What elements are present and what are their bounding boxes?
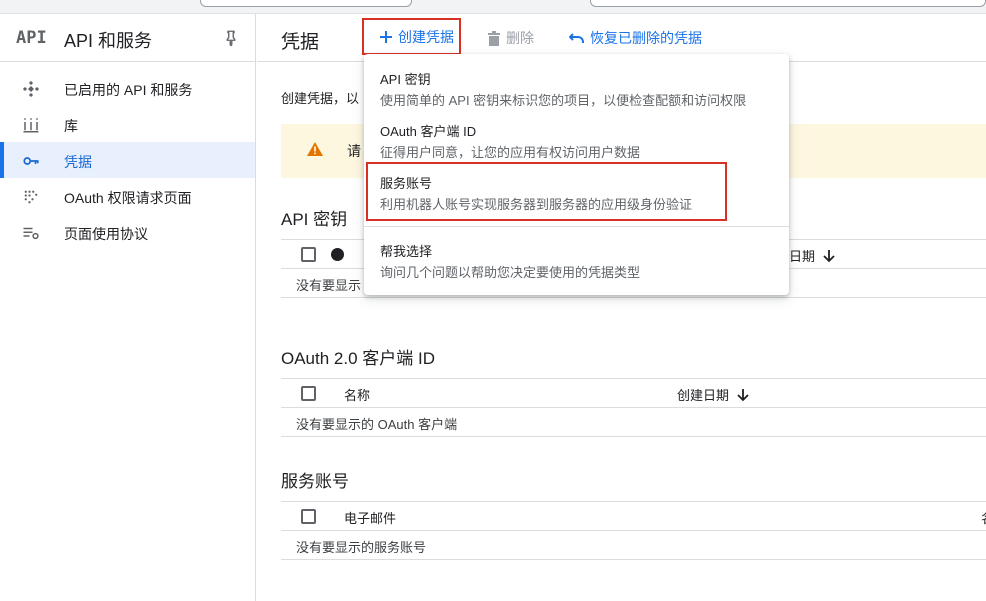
- create-credentials-label: 创建凭据: [398, 28, 454, 45]
- sidebar-title: API 和服务: [64, 31, 153, 51]
- status-column-dot-icon: [331, 248, 344, 261]
- menu-item-description: 征得用户同意，让您的应用有权访问用户数据: [380, 145, 641, 160]
- sidebar-item-label: 已启用的 API 和服务: [64, 82, 193, 98]
- table-header: 电子邮件 名: [281, 501, 986, 531]
- menu-item-description: 利用机器人账号实现服务器到服务器的应用级身份验证: [380, 197, 693, 212]
- trash-icon: [488, 30, 500, 46]
- oauth-table: 名称 创建日期 没有要显示的 OAuth 客户端: [281, 378, 986, 437]
- sidebar-item-library[interactable]: 库: [0, 106, 255, 142]
- oauth-section-title: OAuth 2.0 客户端 ID: [281, 349, 435, 368]
- table-header: 名称 创建日期: [281, 378, 986, 408]
- restore-deleted-credentials-button[interactable]: 恢复已删除的凭据: [569, 28, 702, 48]
- empty-message: 没有要显示的 OAuth 客户端: [296, 417, 458, 432]
- sidebar-item-enabled-apis[interactable]: 已启用的 API 和服务: [0, 70, 255, 106]
- page-title: 凭据: [281, 32, 320, 53]
- delete-label: 删除: [506, 30, 534, 46]
- sidebar-item-oauth-consent[interactable]: OAuth 权限请求页面: [0, 178, 255, 214]
- library-icon: [23, 118, 39, 133]
- table-row: 没有要显示的服务账号: [281, 531, 986, 560]
- sidebar-nav: 已启用的 API 和服务 库 凭据 OAuth 权限请求页面 页面使用协议: [0, 70, 255, 250]
- sidebar-item-credentials[interactable]: 凭据: [0, 142, 255, 178]
- sidebar-item-label: OAuth 权限请求页面: [64, 190, 192, 206]
- menu-item-description: 询问几个问题以帮助您决定要使用的凭据类型: [380, 265, 641, 280]
- page-description: 创建凭据，以: [281, 91, 360, 106]
- oauth-dots-icon: [24, 190, 38, 204]
- menu-item-description: 使用简单的 API 密钥来标识您的项目，以便检查配额和访问权限: [380, 93, 747, 108]
- top-address-box[interactable]: [590, 0, 986, 7]
- empty-message: 没有要显示的服务账号: [296, 540, 427, 555]
- sidebar: API API 和服务 已启用的 API 和服务 库 凭据 OAuth 权限请求…: [0, 14, 256, 601]
- api-logo: API: [16, 28, 47, 48]
- undo-icon: [569, 33, 584, 43]
- menu-item-oauth-client-id[interactable]: OAuth 客户端 ID 征得用户同意，让您的应用有权访问用户数据: [364, 121, 789, 161]
- menu-item-help-me-choose[interactable]: 帮我选择 询问几个问题以帮助您决定要使用的凭据类型: [364, 241, 789, 281]
- create-credentials-button[interactable]: 创建凭据: [362, 18, 461, 55]
- select-all-checkbox[interactable]: [301, 247, 316, 262]
- menu-item-service-account[interactable]: 服务账号 利用机器人账号实现服务器到服务器的应用级身份验证: [366, 162, 727, 221]
- column-label: 创建日期: [677, 388, 730, 403]
- delete-button[interactable]: 删除: [487, 28, 534, 48]
- created-date-column-header[interactable]: 日期: [789, 246, 835, 265]
- menu-item-title: 帮我选择: [380, 244, 433, 259]
- name-column-header[interactable]: 名称: [344, 385, 370, 404]
- empty-message: 没有要显示: [296, 278, 362, 293]
- sidebar-item-label: 页面使用协议: [64, 226, 148, 242]
- settings-list-icon: [23, 227, 39, 240]
- service-accounts-section-title: 服务账号: [281, 472, 349, 491]
- pin-icon[interactable]: [222, 28, 240, 48]
- create-credentials-menu: API 密钥 使用简单的 API 密钥来标识您的项目，以便检查配额和访问权限 O…: [364, 54, 789, 295]
- sidebar-item-label: 库: [64, 118, 78, 134]
- name-column-header[interactable]: 名: [981, 508, 986, 527]
- warning-text: 请: [347, 143, 361, 159]
- menu-item-title: API 密钥: [380, 72, 431, 87]
- email-column-header[interactable]: 电子邮件: [344, 508, 396, 527]
- menu-item-api-key[interactable]: API 密钥 使用简单的 API 密钥来标识您的项目，以便检查配额和访问权限: [364, 69, 789, 109]
- menu-item-title: 服务账号: [380, 176, 433, 191]
- created-date-column-header[interactable]: 创建日期: [677, 385, 749, 404]
- sidebar-item-page-usage[interactable]: 页面使用协议: [0, 214, 255, 250]
- arrow-down-icon: [737, 388, 749, 401]
- table-row: 没有要显示的 OAuth 客户端: [281, 408, 986, 437]
- sidebar-header: API API 和服务: [0, 14, 255, 62]
- api-keys-section-title: API 密钥: [281, 210, 348, 229]
- api-diamond-icon: [23, 81, 39, 97]
- top-search-box[interactable]: [200, 0, 412, 7]
- menu-divider: [364, 226, 789, 227]
- select-all-checkbox[interactable]: [301, 509, 316, 524]
- column-label: 日期: [789, 249, 816, 264]
- restore-label: 恢复已删除的凭据: [590, 30, 702, 46]
- select-all-checkbox[interactable]: [301, 386, 316, 401]
- menu-item-title: OAuth 客户端 ID: [380, 124, 477, 139]
- browser-top-bar: [0, 0, 986, 14]
- key-icon: [23, 157, 39, 165]
- service-accounts-table: 电子邮件 名 没有要显示的服务账号: [281, 501, 986, 560]
- warning-icon: [307, 142, 323, 156]
- plus-icon: [380, 30, 392, 43]
- arrow-down-icon: [823, 249, 835, 262]
- sidebar-item-label: 凭据: [64, 154, 92, 170]
